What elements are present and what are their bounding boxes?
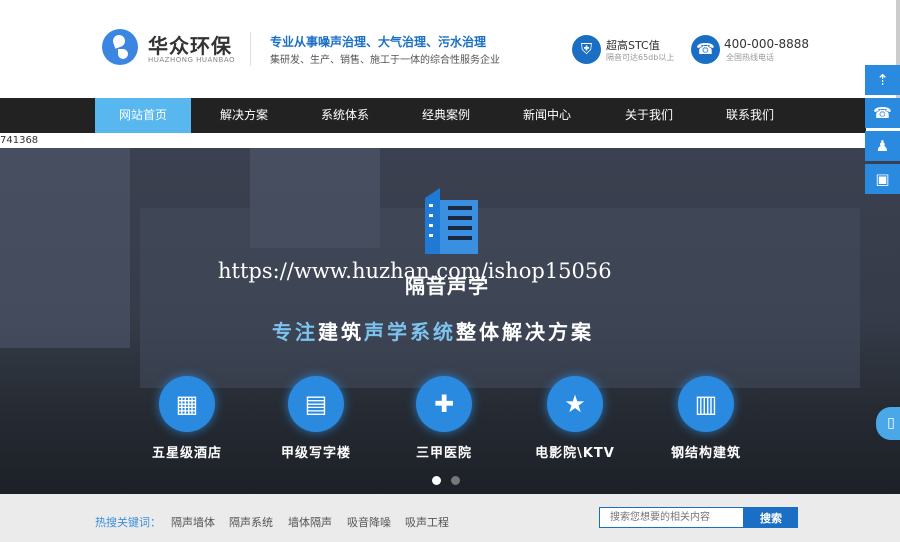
- tagline-part: 建筑: [318, 320, 364, 344]
- shield-icon: ⛨: [572, 35, 601, 64]
- slogan-main: 专业从事噪声治理、大气治理、污水治理: [270, 35, 487, 49]
- hospital-icon: ✚: [416, 376, 472, 432]
- building-logo-icon: [425, 188, 478, 254]
- category-label: 钢结构建筑: [670, 446, 741, 461]
- phone-icon: ☎: [691, 35, 720, 64]
- category-cinema[interactable]: ★ 电影院\KTV: [520, 376, 630, 461]
- watermark-url: https://www.huzhan.com/ishop15056: [218, 259, 612, 283]
- slide-dot-active[interactable]: [432, 476, 441, 485]
- divider: [250, 32, 251, 66]
- hero-banner[interactable]: 隔音声学 https://www.huzhan.com/ishop15056 专…: [0, 148, 900, 494]
- hot-label: 热搜关键词：: [95, 516, 161, 529]
- qq-icon[interactable]: ♟: [865, 131, 900, 161]
- nav-systems[interactable]: 系统体系: [297, 98, 393, 133]
- category-label: 五星级酒店: [151, 446, 222, 461]
- category-label: 甲级写字楼: [280, 446, 351, 461]
- header: 华众环保 HUAZHONG HUANBAO 专业从事噪声治理、大气治理、污水治理…: [0, 0, 900, 98]
- keyword-link[interactable]: 墙体隔声: [288, 514, 332, 530]
- keyword-link[interactable]: 隔声墙体: [171, 514, 215, 530]
- bg-building: [0, 148, 130, 348]
- nav-about[interactable]: 关于我们: [601, 98, 697, 133]
- nav-home[interactable]: 网站首页: [95, 98, 191, 133]
- category-office[interactable]: ▤ 甲级写字楼: [261, 376, 371, 461]
- nav-news[interactable]: 新闻中心: [499, 98, 595, 133]
- category-hospital[interactable]: ✚ 三甲医院: [389, 376, 499, 461]
- keyword-link[interactable]: 吸声工程: [405, 514, 449, 530]
- id-text: 741368: [0, 135, 39, 146]
- main-nav: 网站首页 解决方案 系统体系 经典案例 新闻中心 关于我们 联系我们: [0, 98, 866, 133]
- hot-keywords-bar: 热搜关键词： 隔声墙体 隔声系统 墙体隔声 吸音降噪 吸声工程 搜索: [0, 494, 900, 542]
- logo-subtitle: HUAZHONG HUANBAO: [148, 56, 236, 64]
- category-steel[interactable]: ▥ 钢结构建筑: [651, 376, 761, 461]
- keyword-link[interactable]: 隔声系统: [229, 514, 273, 530]
- qr-code-icon[interactable]: ▣: [865, 164, 900, 194]
- logo-title[interactable]: 华众环保: [148, 30, 232, 59]
- back-to-top-icon[interactable]: ⇡: [865, 65, 900, 95]
- hotel-icon: ▦: [159, 376, 215, 432]
- hotline-number: 400-000-8888: [724, 37, 810, 51]
- cinema-icon: ★: [547, 376, 603, 432]
- search-button[interactable]: 搜索: [744, 507, 798, 528]
- bg-building: [140, 208, 860, 388]
- stc-title: 超高STC值: [606, 39, 660, 52]
- tagline-part: 整体解决方案: [456, 320, 594, 344]
- search-input[interactable]: [599, 507, 744, 528]
- category-label: 三甲医院: [415, 446, 472, 461]
- tagline-part: 声学系统: [364, 320, 456, 344]
- nav-cases[interactable]: 经典案例: [398, 98, 494, 133]
- keyword-link[interactable]: 吸音降噪: [347, 514, 391, 530]
- hotline-sub: 全国热线电话: [726, 53, 774, 62]
- slogan-sub: 集研发、生产、销售、施工于一体的综合性服务企业: [270, 55, 500, 66]
- tagline-part: 专注: [272, 320, 318, 344]
- logo-icon[interactable]: [102, 29, 138, 65]
- category-label: 电影院\KTV: [535, 446, 615, 461]
- slide-dot[interactable]: [451, 476, 460, 485]
- nav-solutions[interactable]: 解决方案: [196, 98, 292, 133]
- phone-icon[interactable]: ☎: [865, 98, 900, 128]
- mobile-icon[interactable]: ▯: [876, 407, 900, 440]
- building-icon: ▥: [678, 376, 734, 432]
- nav-contact[interactable]: 联系我们: [702, 98, 798, 133]
- office-icon: ▤: [288, 376, 344, 432]
- banner-tagline: 专注建筑声学系统整体解决方案: [272, 316, 594, 345]
- category-hotel[interactable]: ▦ 五星级酒店: [132, 376, 242, 461]
- stc-sub: 隔音可达65db以上: [606, 53, 675, 62]
